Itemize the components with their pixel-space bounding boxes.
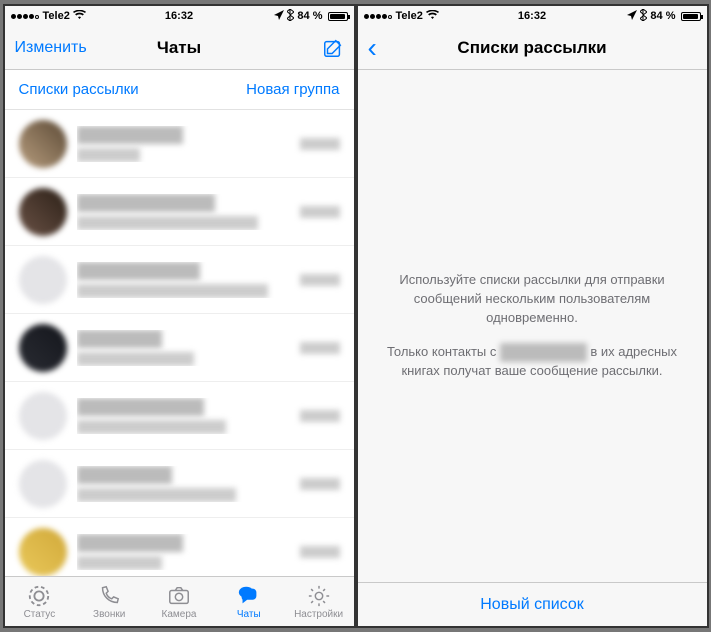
carrier-label: Tele2 (43, 10, 70, 22)
camera-icon (166, 584, 192, 608)
battery-icon (326, 12, 348, 21)
tab-label: Камера (162, 609, 197, 620)
bluetooth-icon (640, 9, 647, 24)
page-title: Чаты (157, 38, 201, 58)
empty-text-1: Используйте списки рассылки для отправки… (384, 271, 681, 328)
screen-chats: Tele2 16:32 84 % Изменить Чаты (5, 6, 354, 626)
bluetooth-icon (287, 9, 294, 24)
new-list-button[interactable]: Новый список (358, 582, 707, 626)
empty-text-2: Только контакты с XXXXXXXXXX в их адресн… (384, 343, 681, 381)
screen-broadcast-lists: Tele2 16:32 84 % ‹ Списки рассылки Испол… (358, 6, 707, 626)
tab-calls[interactable]: Звонки (74, 577, 144, 626)
status-time: 16:32 (518, 10, 546, 22)
new-group-link[interactable]: Новая группа (246, 81, 339, 98)
edit-button[interactable]: Изменить (15, 39, 87, 57)
page-title: Списки рассылки (457, 38, 606, 58)
tab-label: Чаты (237, 609, 261, 620)
status-icon (26, 584, 52, 608)
location-arrow-icon (627, 10, 637, 23)
chats-icon (236, 584, 262, 608)
sub-options-row: Списки рассылки Новая группа (5, 70, 354, 110)
battery-icon (679, 12, 701, 21)
chat-row[interactable] (5, 450, 354, 518)
nav-bar: Изменить Чаты (5, 26, 354, 70)
carrier-label: Tele2 (396, 10, 423, 22)
redacted-number: XXXXXXXXXX (500, 343, 587, 362)
status-bar: Tele2 16:32 84 % (358, 6, 707, 26)
signal-dots (364, 10, 393, 22)
tab-status[interactable]: Статус (5, 577, 75, 626)
back-button[interactable]: ‹ (368, 34, 377, 62)
wifi-icon (426, 10, 439, 23)
gear-icon (306, 584, 332, 608)
chat-row[interactable] (5, 110, 354, 178)
battery-pct: 84 % (650, 10, 675, 22)
compose-button[interactable] (322, 37, 344, 59)
chevron-left-icon: ‹ (368, 34, 377, 62)
phone-icon (96, 584, 122, 608)
tab-label: Статус (24, 609, 56, 620)
tab-bar: Статус Звонки Камера Чаты Настройки (5, 576, 354, 626)
tab-settings[interactable]: Настройки (284, 577, 354, 626)
nav-bar: ‹ Списки рассылки (358, 26, 707, 70)
signal-dots (11, 10, 40, 22)
battery-pct: 84 % (297, 10, 322, 22)
chat-row[interactable] (5, 382, 354, 450)
wifi-icon (73, 10, 86, 23)
tab-chats[interactable]: Чаты (214, 577, 284, 626)
chat-list[interactable] (5, 110, 354, 576)
tab-label: Звонки (93, 609, 125, 620)
status-time: 16:32 (165, 10, 193, 22)
empty-state: Используйте списки рассылки для отправки… (358, 70, 707, 582)
tab-label: Настройки (294, 609, 343, 620)
tab-camera[interactable]: Камера (144, 577, 214, 626)
broadcast-lists-link[interactable]: Списки рассылки (19, 81, 139, 98)
status-bar: Tele2 16:32 84 % (5, 6, 354, 26)
chat-row[interactable] (5, 314, 354, 382)
location-arrow-icon (274, 10, 284, 23)
chat-row[interactable] (5, 518, 354, 576)
chat-row[interactable] (5, 246, 354, 314)
chat-row[interactable] (5, 178, 354, 246)
